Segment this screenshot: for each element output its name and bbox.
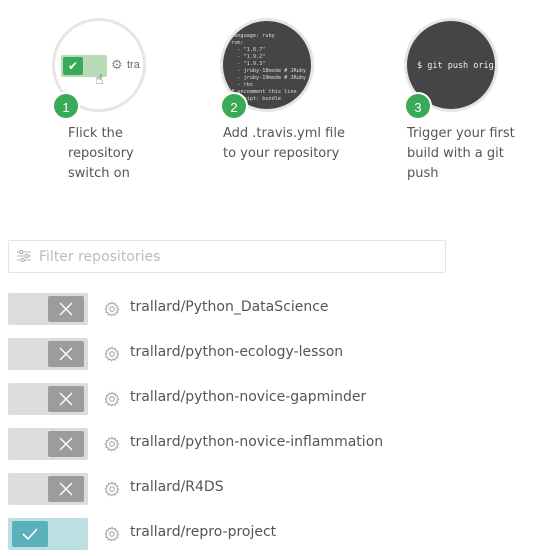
step-number-badge: 2 [220,92,248,120]
step-1-line-3: switch on [68,166,130,181]
step-number-badge: 3 [404,92,432,120]
settings-gear-icon[interactable] [104,301,120,317]
filter-box [8,240,446,273]
step-2-line-2: to your repository [223,146,340,161]
repo-row: trallard/R4DS [8,472,528,517]
x-icon [48,476,84,502]
settings-gear-icon[interactable] [104,436,120,452]
repo-toggle-switch[interactable] [8,293,88,325]
repo-name-link[interactable]: trallard/repro-project [130,524,276,540]
repo-name-link[interactable]: trallard/python-ecology-lesson [130,344,343,360]
step-3-line-2: build with a git [407,146,504,161]
settings-gear-icon[interactable] [104,481,120,497]
repo-row: trallard/python-novice-gapminder [8,382,528,427]
step-number-badge: 1 [52,92,80,120]
repo-toggle-switch[interactable] [8,383,88,415]
repo-toggle-switch[interactable] [8,473,88,505]
preview-repo-label: tra [127,59,140,71]
x-icon [48,386,84,412]
check-icon: ✔ [63,57,83,75]
repo-row: trallard/repro-project [8,517,528,556]
x-icon [48,296,84,322]
settings-gear-icon[interactable] [104,391,120,407]
repo-name-link[interactable]: trallard/python-novice-inflammation [130,434,383,450]
hand-cursor-icon: ☝ [95,71,104,87]
step-1-line-1: Flick the [68,126,123,141]
step-3-line-1: Trigger your first [407,126,515,141]
repository-list: trallard/Python_DataScience trallard/pyth… [8,292,528,556]
step-2-line-1: Add .travis.yml file [223,126,345,141]
step-2-text: Add .travis.yml file to your repository [220,124,350,164]
settings-gear-icon[interactable] [104,346,120,362]
sliders-icon [17,250,31,262]
git-push-command: $ git push origin [417,61,498,71]
step-1-line-2: repository [68,146,134,161]
repo-row: trallard/python-novice-inflammation [8,427,528,472]
repo-name-link[interactable]: trallard/python-novice-gapminder [130,389,366,405]
repo-row: trallard/python-ecology-lesson [8,337,528,382]
repo-toggle-switch[interactable] [8,338,88,370]
step-1-text: Flick the repository switch on [52,124,182,184]
check-icon [12,521,48,547]
x-icon [48,431,84,457]
repo-name-link[interactable]: trallard/Python_DataScience [130,299,329,315]
step-3-text: Trigger your first build with a git push [404,124,534,184]
repo-row: trallard/Python_DataScience [8,292,528,337]
repo-name-link[interactable]: trallard/R4DS [130,479,224,495]
repo-toggle-switch[interactable] [8,518,88,550]
settings-gear-icon[interactable] [104,526,120,542]
repo-toggle-switch[interactable] [8,428,88,460]
travis-yml-code: language: ruby rvm: - "1.8.7" - "1.9.2" … [231,33,306,102]
x-icon [48,341,84,367]
step-1: ✔ ⚙ tra ☝ 1 Flick the repository switch … [52,18,182,184]
gear-icon: ⚙ [111,57,123,72]
step-2: language: ruby rvm: - "1.8.7" - "1.9.2" … [220,18,350,164]
step-3-line-3: push [407,166,439,181]
filter-repositories-input[interactable] [39,241,439,272]
step-3: $ git push origin 3 Trigger your first b… [404,18,534,184]
